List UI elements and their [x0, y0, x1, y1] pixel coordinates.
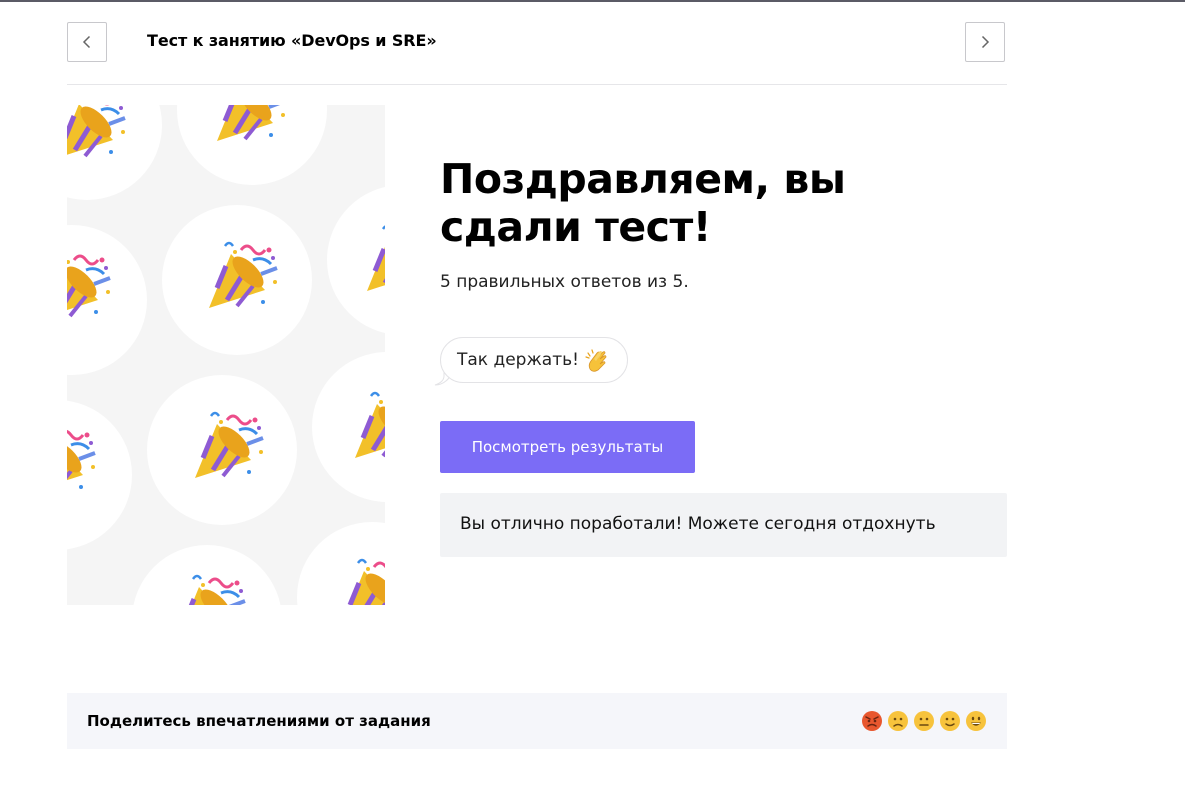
praise-text: Так держать!: [457, 350, 579, 370]
feedback-rating: [861, 710, 987, 732]
success-heading: Поздравляем, вы сдали тест!: [440, 155, 846, 251]
chevron-right-icon: [981, 35, 990, 49]
score-text: 5 правильных ответов из 5.: [440, 272, 689, 292]
celebration-illustration: [67, 105, 385, 605]
next-button[interactable]: [965, 22, 1005, 62]
encouragement-note: Вы отлично поработали! Можете сегодня от…: [440, 493, 1007, 557]
quiz-title: Тест к занятию «DevOps и SRE»: [147, 31, 437, 50]
feedback-panel: Поделитесь впечатлениями от задания: [67, 693, 1007, 749]
view-results-button[interactable]: Посмотреть результаты: [440, 421, 695, 473]
previous-button[interactable]: [67, 22, 107, 62]
slightly-smiling-face-icon[interactable]: [939, 710, 961, 732]
angry-face-icon[interactable]: [861, 710, 883, 732]
grinning-face-icon[interactable]: [965, 710, 987, 732]
praise-bubble: Так держать!: [440, 337, 628, 383]
header-divider: [67, 84, 1007, 85]
neutral-face-icon[interactable]: [913, 710, 935, 732]
window-top-border: [0, 0, 1185, 2]
feedback-label: Поделитесь впечатлениями от задания: [87, 712, 431, 730]
clapping-hands-icon: [585, 349, 607, 372]
chevron-left-icon: [82, 35, 91, 49]
frowning-face-icon[interactable]: [887, 710, 909, 732]
